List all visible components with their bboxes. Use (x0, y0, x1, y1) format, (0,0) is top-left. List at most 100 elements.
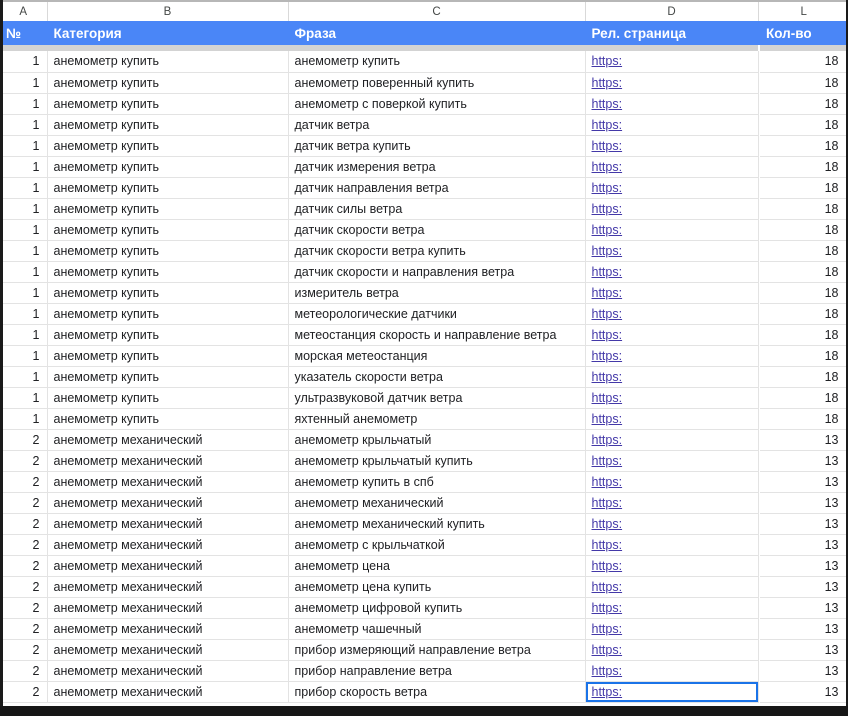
cell-page[interactable]: https: (585, 219, 759, 241)
relevant-page-link[interactable]: https: (592, 349, 623, 363)
cell-category[interactable]: анемометр механический (47, 597, 289, 619)
cell-page[interactable]: https: (585, 513, 759, 535)
cell-num[interactable]: 1 (0, 408, 48, 430)
relevant-page-link[interactable]: https: (592, 475, 623, 489)
cell-phrase[interactable]: яхтенный анемометр (288, 408, 586, 430)
cell-num[interactable]: 1 (0, 198, 48, 220)
table-row[interactable]: 1 анемометр купить анемометр поверенный ку… (0, 72, 848, 94)
cell-phrase[interactable]: измеритель ветра (288, 282, 586, 304)
cell-category[interactable]: анемометр купить (47, 240, 289, 262)
relevant-page-link[interactable]: https: (592, 286, 623, 300)
cell-category[interactable]: анемометр купить (47, 51, 289, 73)
cell-category[interactable]: анемометр механический (47, 555, 289, 577)
cell-page[interactable]: https: (585, 51, 759, 73)
cell-count[interactable]: 18 (760, 282, 848, 304)
cell-num[interactable]: 1 (0, 156, 48, 178)
cell-phrase[interactable]: датчик ветра (288, 114, 586, 136)
cell-category[interactable]: анемометр механический (47, 639, 289, 661)
relevant-page-link[interactable]: https: (592, 580, 623, 594)
table-row[interactable]: 2 анемометр механический анемометр крыльча… (0, 429, 848, 451)
cell-phrase[interactable]: анемометр крыльчатый (288, 429, 586, 451)
relevant-page-link[interactable]: https: (592, 160, 623, 174)
cell-num[interactable]: 1 (0, 345, 48, 367)
cell-count[interactable]: 13 (760, 534, 848, 556)
cell-category[interactable]: анемометр купить (47, 261, 289, 283)
cell-category[interactable]: анемометр купить (47, 282, 289, 304)
cell-phrase[interactable]: ультразвуковой датчик ветра (288, 387, 586, 409)
cell-phrase[interactable]: датчик скорости и направления ветра (288, 261, 586, 283)
table-row[interactable]: 2 анемометр механический анемометр купить … (0, 471, 848, 493)
table-row[interactable]: 1 анемометр купить датчик силы ветра https:… (0, 198, 848, 220)
relevant-page-link[interactable]: https: (592, 223, 623, 237)
cell-count[interactable]: 13 (760, 681, 848, 703)
relevant-page-link[interactable]: https: (592, 118, 623, 132)
cell-phrase[interactable]: прибор измеряющий направление ветра (288, 639, 586, 661)
relevant-page-link[interactable]: https: (592, 97, 623, 111)
cell-category[interactable]: анемометр купить (47, 387, 289, 409)
cell-category[interactable]: анемометр купить (47, 114, 289, 136)
cell-page[interactable]: https: (585, 177, 759, 199)
relevant-page-link[interactable]: https: (592, 685, 623, 699)
cell-count[interactable]: 18 (760, 408, 848, 430)
cell-num[interactable]: 2 (0, 639, 48, 661)
table-row[interactable]: 2 анемометр механический анемометр цифрово… (0, 597, 848, 619)
cell-count[interactable]: 13 (760, 576, 848, 598)
cell-phrase[interactable]: прибор направление ветра (288, 660, 586, 682)
cell-num[interactable]: 2 (0, 429, 48, 451)
cell-category[interactable]: анемометр купить (47, 324, 289, 346)
cell-category[interactable]: анемометр механический (47, 492, 289, 514)
cell-phrase[interactable]: прибор скорость ветра (288, 681, 586, 703)
cell-phrase[interactable]: анемометр механический купить (288, 513, 586, 535)
cell-category[interactable]: анемометр механический (47, 450, 289, 472)
table-row[interactable]: 1 анемометр купить датчик ветра https: 18 (0, 114, 848, 136)
table-row[interactable]: 1 анемометр купить морская метеостанция htt… (0, 345, 848, 367)
cell-page[interactable]: https: (585, 408, 759, 430)
cell-num[interactable]: 1 (0, 72, 48, 94)
cell-num[interactable]: 2 (0, 534, 48, 556)
table-row[interactable]: 2 анемометр механический прибор скорость в… (0, 681, 848, 703)
cell-page[interactable]: https: (585, 366, 759, 388)
cell-phrase[interactable]: датчик ветра купить (288, 135, 586, 157)
relevant-page-link[interactable]: https: (592, 496, 623, 510)
cell-category[interactable]: анемометр механический (47, 534, 289, 556)
table-row[interactable]: 1 анемометр купить датчик скорости ветра к… (0, 240, 848, 262)
table-row[interactable]: 2 анемометр механический анемометр крыльча… (0, 450, 848, 472)
cell-page[interactable]: https: (585, 576, 759, 598)
cell-page[interactable]: https: (585, 324, 759, 346)
relevant-page-link[interactable]: https: (592, 265, 623, 279)
cell-page[interactable]: https: (585, 345, 759, 367)
cell-page[interactable]: https: (585, 282, 759, 304)
cell-num[interactable]: 1 (0, 303, 48, 325)
cell-count[interactable]: 13 (760, 450, 848, 472)
cell-num[interactable]: 1 (0, 177, 48, 199)
column-header-l[interactable]: L (760, 0, 848, 21)
cell-page[interactable]: https: (585, 303, 759, 325)
relevant-page-link[interactable]: https: (592, 538, 623, 552)
cell-num[interactable]: 2 (0, 660, 48, 682)
cell-num[interactable]: 1 (0, 219, 48, 241)
cell-page[interactable]: https: (585, 450, 759, 472)
relevant-page-link[interactable]: https: (592, 622, 623, 636)
cell-phrase[interactable]: анемометр крыльчатый купить (288, 450, 586, 472)
cell-page[interactable]: https: (585, 156, 759, 178)
cell-num[interactable]: 1 (0, 114, 48, 136)
cell-count[interactable]: 13 (760, 471, 848, 493)
table-row[interactable]: 1 анемометр купить анемометр купить https: 1… (0, 51, 848, 73)
cell-count[interactable]: 18 (760, 72, 848, 94)
cell-phrase[interactable]: датчик направления ветра (288, 177, 586, 199)
cell-count[interactable]: 18 (760, 303, 848, 325)
cell-category[interactable]: анемометр купить (47, 177, 289, 199)
relevant-page-link[interactable]: https: (592, 412, 623, 426)
cell-phrase[interactable]: метеорологические датчики (288, 303, 586, 325)
cell-category[interactable]: анемометр механический (47, 681, 289, 703)
table-row[interactable]: 2 анемометр механический анемометр механич… (0, 513, 848, 535)
cell-category[interactable]: анемометр механический (47, 660, 289, 682)
cell-category[interactable]: анемометр купить (47, 72, 289, 94)
header-cell-page[interactable]: Рел. страница (585, 21, 759, 45)
relevant-page-link[interactable]: https: (592, 517, 623, 531)
cell-count[interactable]: 13 (760, 513, 848, 535)
cell-count[interactable]: 18 (760, 324, 848, 346)
cell-phrase[interactable]: анемометр поверенный купить (288, 72, 586, 94)
relevant-page-link[interactable]: https: (592, 139, 623, 153)
table-row[interactable]: 2 анемометр механический анемометр механич… (0, 492, 848, 514)
